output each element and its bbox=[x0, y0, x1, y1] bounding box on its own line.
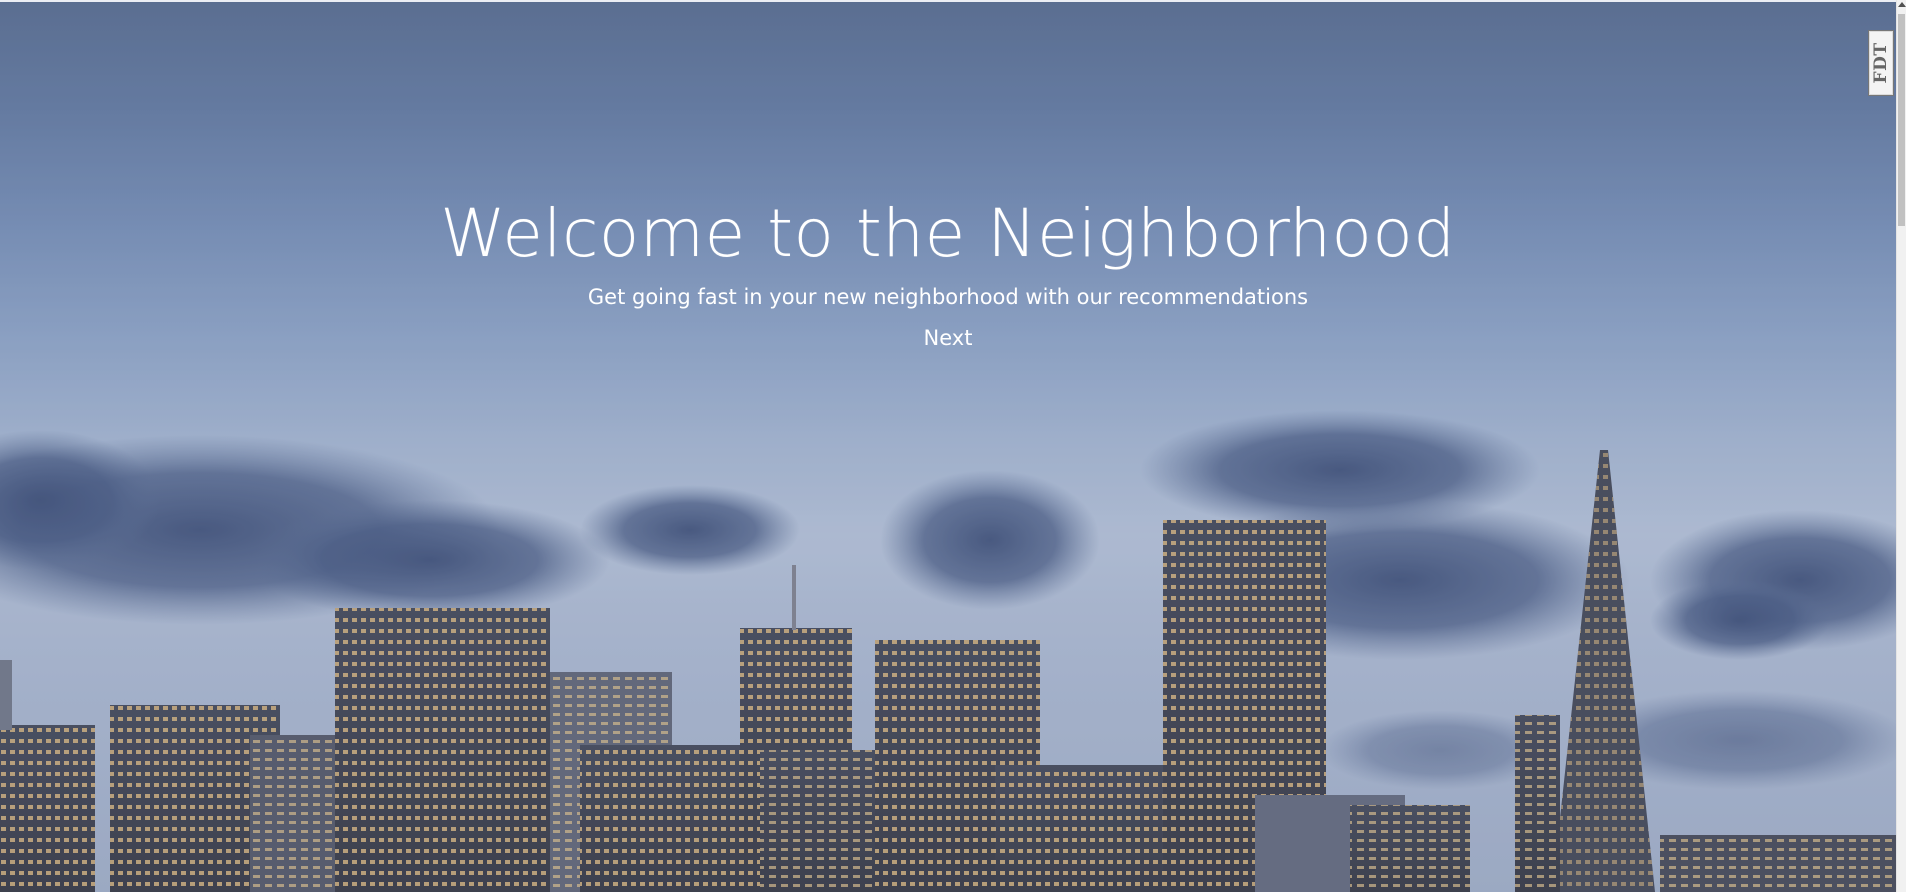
hero-section: Welcome to the Neighborhood Get going fa… bbox=[0, 0, 1896, 892]
hero-subtitle: Get going fast in your new neighborhood … bbox=[587, 285, 1309, 309]
hero-headline: Welcome to the Neighborhood bbox=[440, 195, 1456, 272]
next-button[interactable]: Next bbox=[898, 324, 998, 352]
vertical-scrollbar[interactable] bbox=[1896, 0, 1906, 892]
scrollbar-thumb[interactable] bbox=[1898, 14, 1905, 226]
fdt-extension-label: FDT bbox=[1871, 42, 1891, 84]
fdt-extension-icon[interactable]: FDT bbox=[1868, 30, 1894, 96]
scroll-up-arrow-icon[interactable] bbox=[1898, 2, 1906, 7]
city-skyline-background bbox=[0, 0, 1896, 892]
